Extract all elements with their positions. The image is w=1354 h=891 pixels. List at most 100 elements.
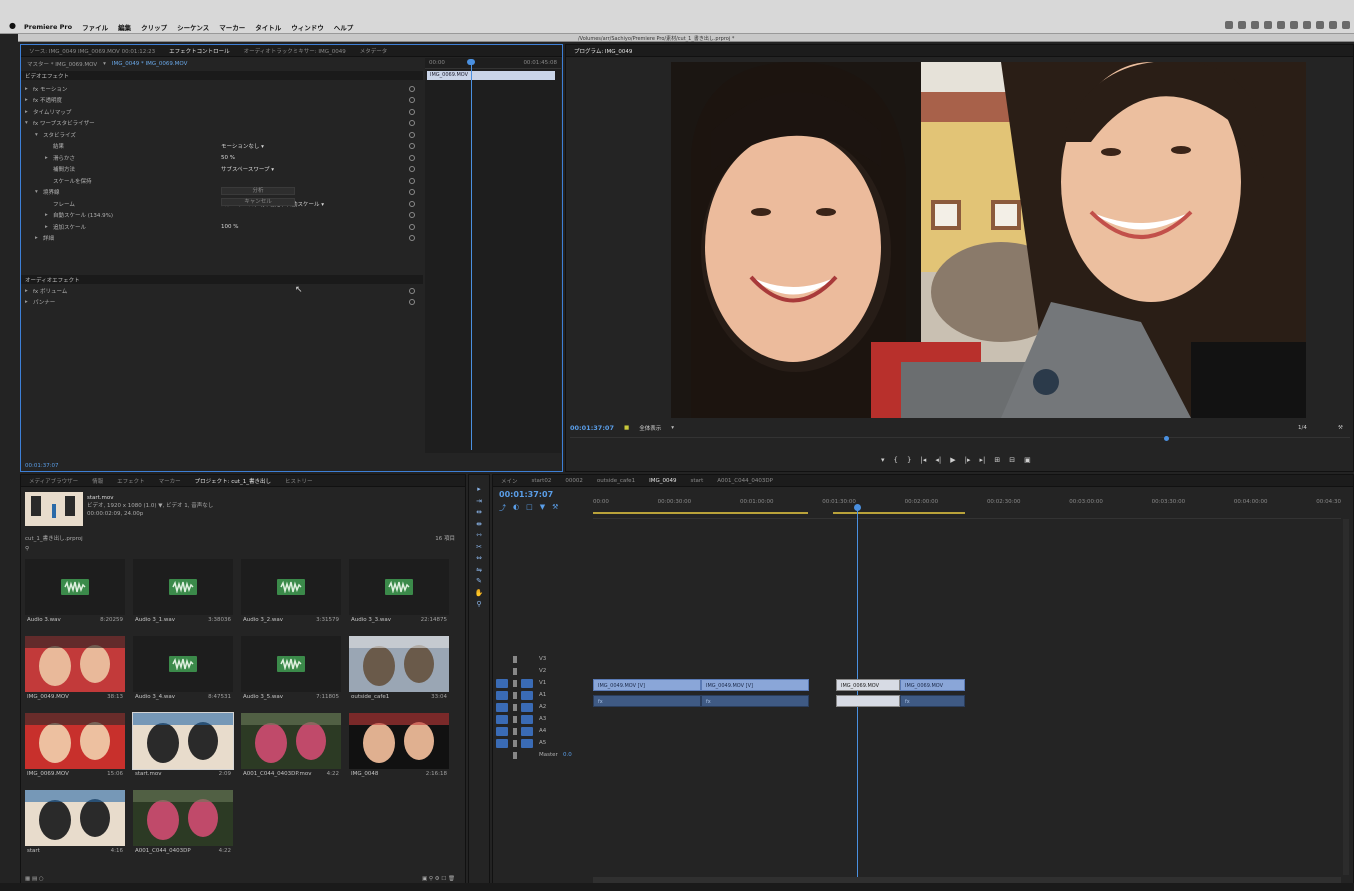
menu-item[interactable]: マーカー	[219, 22, 245, 32]
clip-a1-a[interactable]: fx	[593, 695, 701, 707]
sequence-clip-link[interactable]: IMG_0049 * IMG_0069.MOV	[112, 61, 188, 67]
tab-sequence[interactable]: 00002	[565, 478, 583, 484]
audio-effect-row[interactable]: ▸ パンナー	[21, 296, 421, 307]
project-item[interactable]: A001_C044_0403DP 4:22	[133, 790, 233, 862]
project-item[interactable]: start.mov 2:09	[132, 712, 234, 785]
menu-item[interactable]: ヘルプ	[334, 22, 354, 32]
reset-icon[interactable]	[409, 177, 415, 184]
track-header[interactable]: A5	[493, 737, 593, 749]
transport-button[interactable]: ▾	[881, 456, 885, 464]
project-item-thumbnail[interactable]	[349, 559, 449, 615]
tab-project[interactable]: プロジェクト: cut_1_書き出し	[195, 477, 271, 485]
tab-effect[interactable]: エフェクトコントロール	[169, 47, 230, 55]
playhead-handle[interactable]	[467, 59, 475, 65]
status-icon[interactable]	[1277, 21, 1285, 29]
tab-project[interactable]: エフェクト	[117, 477, 145, 485]
search-icon[interactable]: ⚲	[25, 546, 29, 552]
reset-icon[interactable]	[409, 200, 415, 207]
disclosure-triangle-icon[interactable]: ▾	[25, 120, 28, 126]
reset-icon[interactable]	[409, 212, 415, 218]
lock-icon[interactable]	[513, 679, 517, 687]
playhead[interactable]	[857, 505, 858, 877]
effect-property-row[interactable]: ▸ 詳細	[21, 233, 421, 244]
status-icon[interactable]	[1238, 21, 1246, 29]
menu-item[interactable]: タイトル	[255, 22, 281, 32]
reset-icon[interactable]	[409, 120, 415, 126]
chevron-down-icon[interactable]: ▾	[671, 425, 674, 431]
linked-selection-icon[interactable]: ◐	[513, 503, 519, 513]
source-patch[interactable]	[496, 714, 508, 724]
vertical-scrollbar[interactable]	[1343, 519, 1349, 875]
disclosure-triangle-icon[interactable]: ▸	[25, 109, 28, 115]
snap-icon[interactable]: ⤴	[499, 503, 506, 513]
menu-item[interactable]: Premiere Pro	[24, 23, 72, 31]
disclosure-triangle-icon[interactable]: ▸	[45, 155, 48, 161]
tab-sequence[interactable]: start	[690, 478, 703, 484]
project-item[interactable]: Audio 3.wav 8:20259	[25, 559, 125, 631]
tab-project[interactable]: ヒストリー	[285, 477, 313, 485]
clip-a1-c[interactable]	[836, 695, 900, 707]
track-header[interactable]: A2	[493, 701, 593, 713]
disclosure-triangle-icon[interactable]: ▸	[45, 212, 48, 218]
disclosure-triangle-icon[interactable]: ▾	[35, 132, 38, 138]
marker-icon[interactable]: ■	[624, 425, 629, 431]
project-item-thumbnail[interactable]	[25, 713, 125, 769]
target-track[interactable]	[521, 690, 533, 700]
status-icon[interactable]	[1225, 21, 1233, 29]
clip-a1-d[interactable]: fx	[900, 695, 965, 707]
effect-property-row[interactable]: 補間方法 サブスペースワープ ▾	[21, 164, 421, 175]
project-item-thumbnail[interactable]	[133, 559, 233, 615]
transport-button[interactable]: ▸|	[979, 456, 985, 464]
wifi-icon[interactable]	[1329, 21, 1337, 29]
target-track[interactable]	[521, 678, 533, 688]
program-timecode[interactable]: 00:01:37:07	[570, 424, 614, 432]
clip-v1-d[interactable]: IMG_0069.MOV	[900, 679, 965, 691]
menu-item[interactable]: シーケンス	[177, 22, 209, 32]
source-patch[interactable]	[496, 678, 508, 688]
project-item[interactable]: outside_cafe1 33:04	[349, 636, 449, 708]
reset-icon[interactable]	[409, 154, 415, 161]
transport-button[interactable]: |◂	[920, 456, 926, 464]
lock-icon[interactable]	[513, 751, 517, 759]
transport-button[interactable]: {	[894, 456, 898, 464]
slip-tool-icon[interactable]: ⇔	[473, 554, 485, 564]
work-area-bar[interactable]	[593, 512, 808, 514]
effect-timeline-clip[interactable]: IMG_0069.MOV	[427, 71, 555, 80]
master-volume[interactable]: 0.0	[563, 752, 572, 758]
tab-sequence[interactable]: IMG_0049	[649, 478, 676, 484]
property-value[interactable]: サブスペースワープ ▾	[221, 165, 274, 173]
project-item[interactable]: start 4:16	[25, 790, 125, 862]
reset-icon[interactable]	[409, 223, 415, 230]
track-header[interactable]: V2	[493, 665, 593, 677]
chevron-down-icon[interactable]: ▾	[103, 61, 106, 67]
target-track[interactable]	[521, 714, 533, 724]
project-item[interactable]: Audio 3_4.wav 8:47531	[133, 636, 233, 708]
track-select-icon[interactable]: ⇥	[473, 497, 485, 507]
transport-button[interactable]: ⊞	[994, 456, 1000, 464]
effect-property-row[interactable]: ▸ 滑らかさ 50 %	[21, 152, 421, 163]
clip-v1-c[interactable]: IMG_0069.MOV	[836, 679, 900, 691]
selected-clip-thumbnail[interactable]	[25, 492, 83, 526]
tab-effect[interactable]: メタデータ	[360, 47, 388, 55]
work-area-bar[interactable]	[833, 512, 965, 514]
effect-property-row[interactable]: ▸ 自動スケール (134.9%)	[21, 210, 421, 221]
slide-tool-icon[interactable]: ⇋	[473, 566, 485, 576]
source-patch[interactable]	[496, 726, 508, 736]
lock-icon[interactable]	[513, 667, 517, 675]
program-mini-timeline[interactable]	[570, 436, 1350, 445]
project-item[interactable]: IMG_0069.MOV 15:06	[25, 713, 125, 785]
project-item-thumbnail[interactable]	[241, 559, 341, 615]
track-header[interactable]: V3	[493, 653, 593, 665]
target-track[interactable]	[521, 726, 533, 736]
track-header[interactable]: Master 0.0	[493, 749, 593, 761]
project-item-thumbnail[interactable]	[25, 559, 125, 615]
reset-icon[interactable]	[409, 143, 415, 149]
project-item-thumbnail[interactable]	[241, 636, 341, 692]
project-item[interactable]: A001_C044_0403DP.mov 4:22	[241, 713, 341, 785]
program-video-frame[interactable]	[671, 62, 1306, 418]
track-header[interactable]: A3	[493, 713, 593, 725]
rolling-edit-icon[interactable]: ⇼	[473, 520, 485, 530]
project-item-thumbnail[interactable]	[25, 636, 125, 692]
pen-tool-icon[interactable]: ✎	[473, 577, 485, 587]
reset-icon[interactable]	[409, 85, 415, 92]
